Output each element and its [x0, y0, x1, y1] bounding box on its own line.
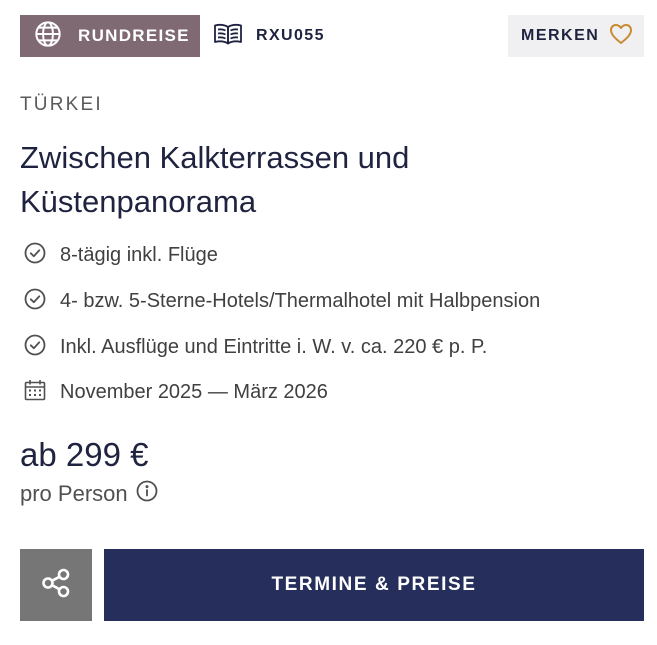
- save-button-label: MERKEN: [521, 27, 600, 44]
- feature-text: Inkl. Ausflüge und Eintritte i. W. v. ca…: [60, 335, 488, 358]
- check-circle-icon: [24, 288, 46, 315]
- destination-country: TÜRKEI: [20, 94, 103, 115]
- calendar-icon: [24, 379, 46, 406]
- list-item: November 2025 — März 2026: [24, 370, 540, 414]
- info-icon[interactable]: [128, 480, 158, 508]
- list-item: Inkl. Ausflüge und Eintritte i. W. v. ca…: [24, 324, 540, 370]
- open-book-icon: [213, 22, 243, 51]
- tour-code: RXU055: [213, 15, 325, 57]
- feature-list: 8-tägig inkl. Flüge 4- bzw. 5-Sterne-Hot…: [24, 232, 540, 414]
- price-unit: pro Person: [20, 480, 158, 508]
- feature-text: 8-tägig inkl. Flüge: [60, 243, 218, 266]
- check-circle-icon: [24, 334, 46, 361]
- tour-type-badge: RUNDREISE: [20, 15, 200, 57]
- tour-title: Zwischen Kalkterrassen und Küstenpanoram…: [20, 140, 410, 219]
- list-item: 8-tägig inkl. Flüge: [24, 232, 540, 278]
- price-unit-label: pro Person: [20, 481, 128, 506]
- tour-type-label: RUNDREISE: [78, 26, 190, 45]
- save-button[interactable]: MERKEN: [508, 15, 644, 57]
- globe-icon: [34, 20, 62, 53]
- dates-and-prices-button[interactable]: TERMINE & PREISE: [104, 549, 644, 621]
- heart-icon: [599, 23, 633, 50]
- price-amount: ab 299 €: [20, 436, 149, 473]
- share-button[interactable]: [20, 549, 92, 621]
- share-icon: [40, 567, 72, 604]
- list-item: 4- bzw. 5-Sterne-Hotels/Thermalhotel mit…: [24, 278, 540, 324]
- feature-text: 4- bzw. 5-Sterne-Hotels/Thermalhotel mit…: [60, 289, 541, 312]
- tour-code-label: RXU055: [256, 27, 325, 44]
- check-circle-icon: [24, 242, 46, 269]
- travel-period-text: November 2025 — März 2026: [60, 380, 328, 403]
